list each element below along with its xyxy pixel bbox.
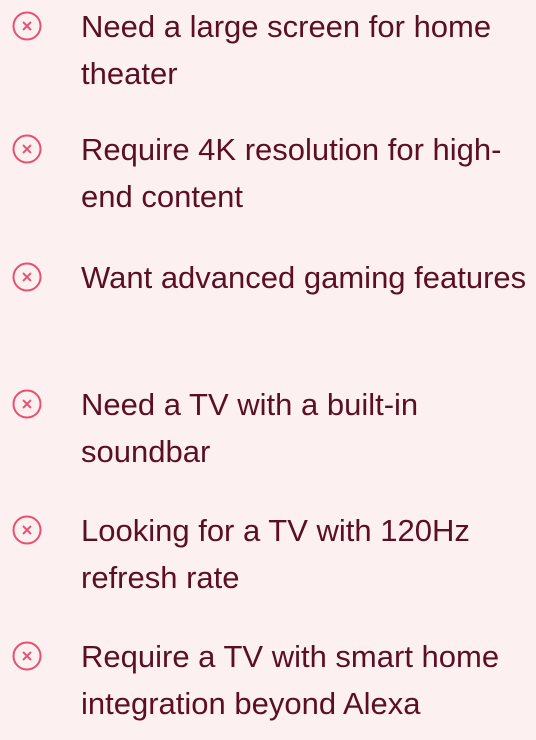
- list-item: Require a TV with smart home integration…: [0, 630, 536, 740]
- close-circle-icon: [12, 11, 42, 41]
- list-item-label: Need a TV with a built-in soundbar: [81, 387, 419, 469]
- list-item-label: Looking for a TV with 120Hz refresh rate: [81, 513, 470, 595]
- list-item-label: Require a TV with smart home integration…: [81, 639, 500, 721]
- close-circle-icon: [12, 641, 42, 671]
- list-item: Require 4K resolution for high-end conte…: [0, 123, 536, 233]
- close-circle-icon: [12, 262, 42, 292]
- list-item-label: Need a large screen for home theater: [81, 9, 492, 91]
- list-item-label: Want advanced gaming features: [81, 260, 527, 295]
- close-circle-icon: [12, 134, 42, 164]
- list-item: Need a large screen for home theater: [0, 0, 536, 110]
- list-item: Want advanced gaming features: [0, 251, 536, 361]
- close-circle-icon: [12, 515, 42, 545]
- list-item: Need a TV with a built-in soundbar: [0, 378, 536, 488]
- close-circle-icon: [12, 389, 42, 419]
- list-item: Looking for a TV with 120Hz refresh rate: [0, 504, 536, 614]
- not-for-you-list: Need a large screen for home theater Req…: [0, 0, 536, 731]
- list-item-label: Require 4K resolution for high-end conte…: [81, 132, 502, 214]
